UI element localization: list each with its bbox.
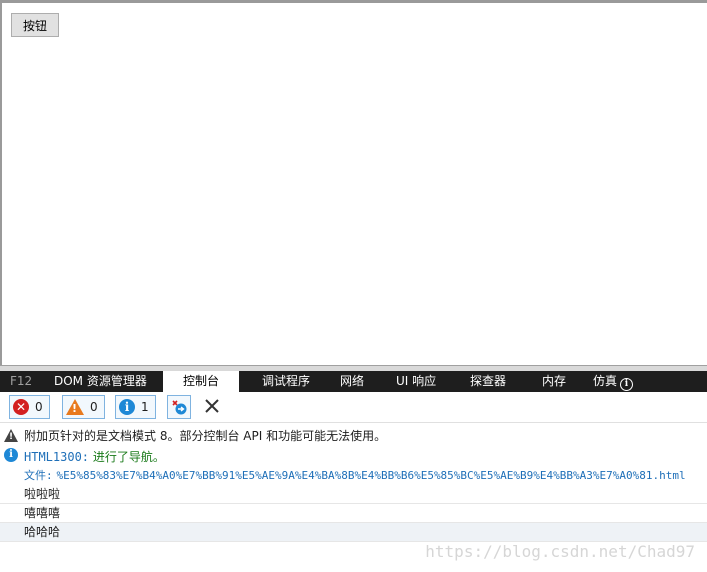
console-message-warning: ! 附加页针对的是文档模式 8。部分控制台 API 和功能可能无法使用。 (0, 427, 707, 445)
page-button[interactable]: 按钮 (11, 13, 59, 37)
devtools-tabbar: F12 DOM 资源管理器 控制台 调试程序 网络 UI 响应 探查器 内存 仿… (0, 371, 707, 392)
file-line-content: 文件: %E5%85%83%E7%B4%A0%E7%BB%91%E5%AE%9A… (24, 467, 686, 483)
tab-dom-explorer[interactable]: DOM 资源管理器 (54, 371, 147, 392)
info-icon: i (620, 378, 634, 391)
clear-on-navigate-icon (172, 400, 187, 415)
tab-ui-responsiveness[interactable]: UI 响应 (396, 371, 436, 392)
page-viewport: 按钮 (0, 0, 707, 367)
errors-count: 0 (35, 400, 43, 414)
console-message-info: i HTML1300: 进行了导航。 (0, 448, 707, 466)
console-toolbar: ✕ 0 ! 0 i 1 (0, 392, 707, 423)
warning-icon: ! (66, 399, 84, 415)
log-text: 啦啦啦 (24, 487, 61, 501)
tab-network[interactable]: 网络 (340, 371, 364, 392)
errors-filter-button[interactable]: ✕ 0 (9, 395, 50, 419)
log-line: 嘻嘻嘻 (0, 504, 707, 523)
tab-memory[interactable]: 内存 (542, 371, 566, 392)
close-icon (205, 399, 219, 413)
tab-debugger[interactable]: 调试程序 (262, 371, 310, 392)
watermark: https://blog.csdn.net/Chad97 (425, 542, 695, 561)
log-text: 嘻嘻嘻 (24, 506, 61, 520)
file-line: 文件: %E5%85%83%E7%B4%A0%E7%BB%91%E5%AE%9A… (0, 467, 707, 485)
log-line: 哈哈哈 (0, 523, 707, 542)
file-label: 文件: (24, 469, 53, 482)
tab-console[interactable]: 控制台 (163, 371, 240, 392)
messages-filter-button[interactable]: i 1 (115, 395, 156, 419)
log-line: 啦啦啦 (0, 485, 707, 504)
warning-icon: ! (4, 427, 18, 442)
tab-profiler[interactable]: 探查器 (470, 371, 506, 392)
message-code: HTML1300: (24, 450, 90, 464)
messages-count: 1 (141, 400, 149, 414)
message-text: 进行了导航。 (92, 450, 165, 464)
info-icon: i (119, 399, 135, 415)
error-icon: ✕ (13, 399, 29, 415)
log-text: 哈哈哈 (24, 525, 61, 539)
clear-on-navigate-button[interactable] (167, 395, 191, 419)
warnings-filter-button[interactable]: ! 0 (62, 395, 105, 419)
tab-emulation-label: 仿真 (593, 374, 618, 388)
tab-f12: F12 (10, 374, 33, 388)
console-message-text: 附加页针对的是文档模式 8。部分控制台 API 和功能可能无法使用。 (24, 429, 387, 443)
warnings-count: 0 (90, 400, 98, 414)
tab-emulation[interactable]: 仿真 i (593, 371, 634, 392)
info-icon: i (4, 448, 18, 462)
file-link[interactable]: %E5%85%83%E7%B4%A0%E7%BB%91%E5%AE%9A%E4%… (56, 469, 685, 482)
clear-console-button[interactable] (201, 395, 223, 417)
console-message-content: HTML1300: 进行了导航。 (24, 448, 165, 465)
